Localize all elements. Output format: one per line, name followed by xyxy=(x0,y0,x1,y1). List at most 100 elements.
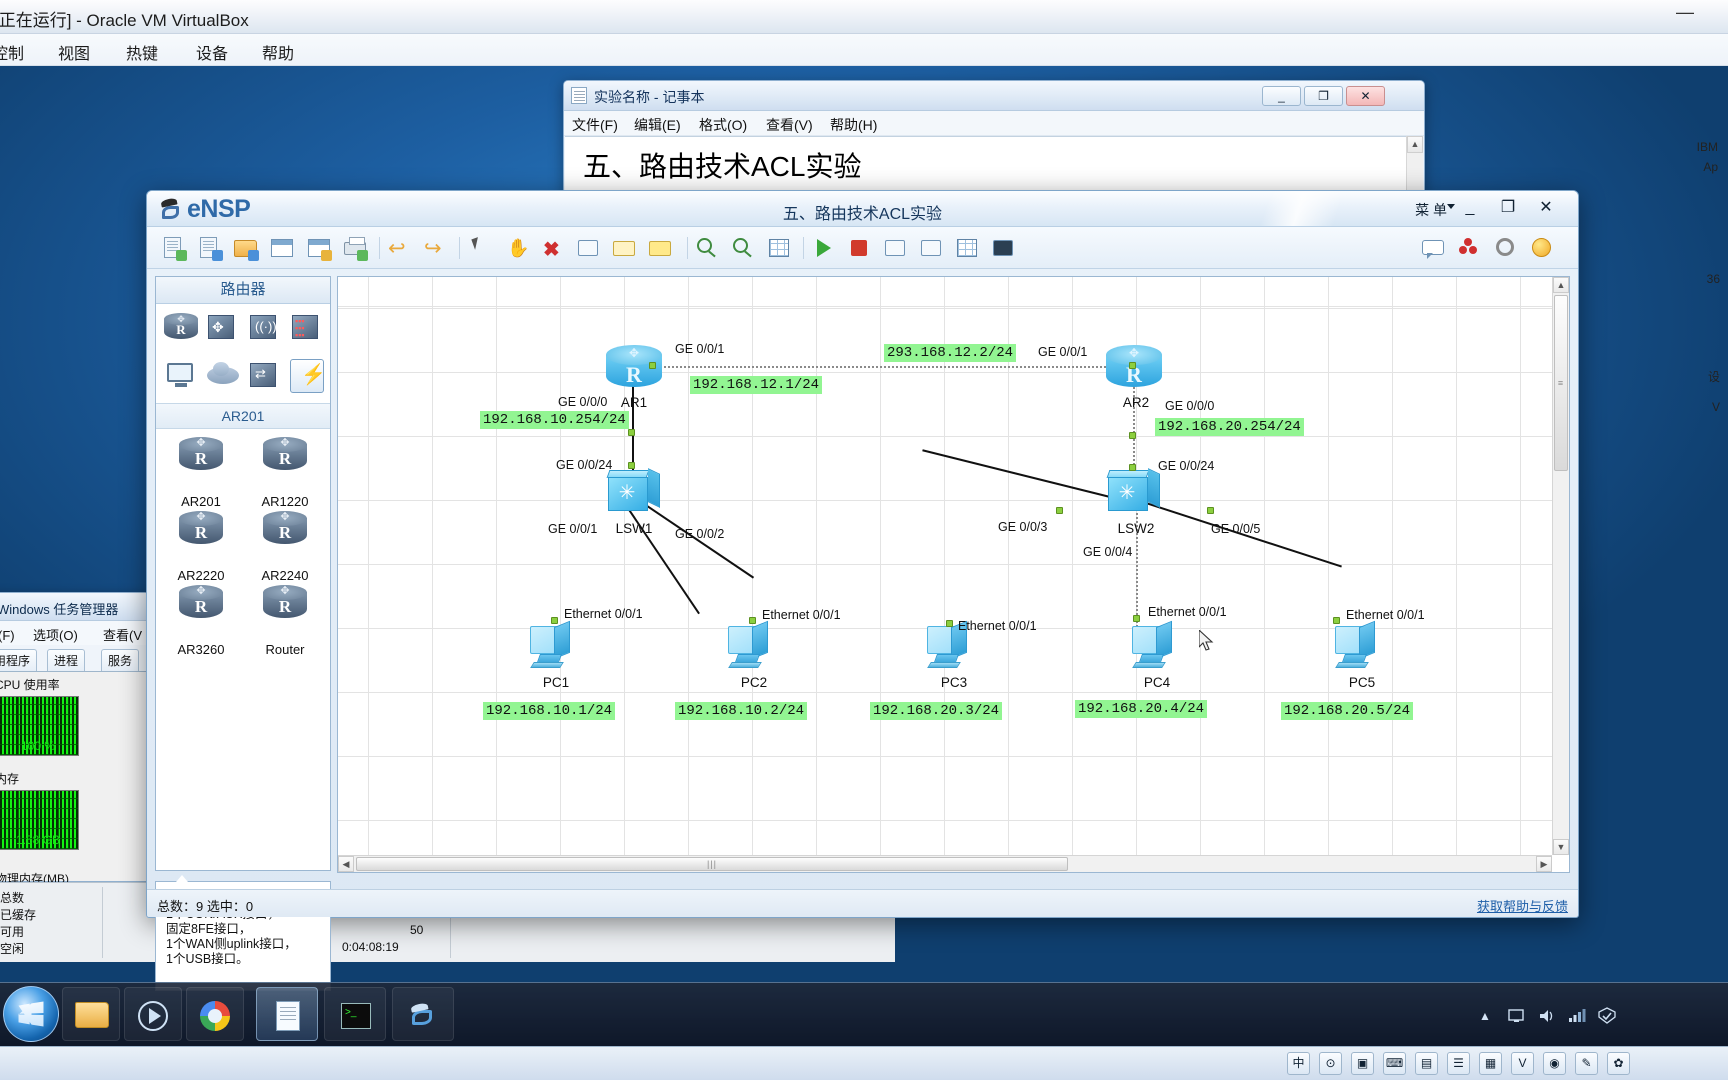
tab-processes[interactable]: 进程 xyxy=(47,649,86,671)
virtualbox-minimize-button[interactable]: — xyxy=(1670,3,1700,24)
vbox-menu-help[interactable]: 帮助 xyxy=(262,40,294,64)
langbar-button-0[interactable]: 中 xyxy=(1287,1052,1310,1075)
taskbar-ensp[interactable] xyxy=(392,987,454,1041)
delete-icon[interactable]: ✖ xyxy=(537,233,567,263)
notepad-vertical-scrollbar[interactable]: ▲ xyxy=(1406,136,1423,194)
wlan-category-icon[interactable]: ((·)) xyxy=(248,311,282,345)
horizontal-scroll-thumb[interactable]: ||| xyxy=(356,857,1068,871)
langbar-button-10[interactable]: ✿ xyxy=(1607,1052,1630,1075)
notepad-text-area[interactable]: 五、路由技术ACL实验 xyxy=(565,136,1423,194)
palette-device-ar201[interactable]: ✥ R AR201 xyxy=(162,435,240,509)
ensp-window[interactable]: eNSP 五、路由技术ACL实验 菜 单 _ ❐ ✕ ↩ ↪ ✋ ✖ 路由器 ✥… xyxy=(146,190,1579,991)
taskbar-console[interactable]: >_ xyxy=(324,987,386,1041)
grid-icon[interactable] xyxy=(952,233,982,263)
zoom-out-icon[interactable] xyxy=(728,233,758,263)
restore-icon[interactable] xyxy=(988,233,1018,263)
undo-icon[interactable]: ↩ xyxy=(384,233,414,263)
start-button[interactable] xyxy=(3,986,59,1042)
langbar-button-3[interactable]: ⌨ xyxy=(1383,1052,1406,1075)
pan-hand-icon[interactable]: ✋ xyxy=(501,233,531,263)
notepad-menu-help[interactable]: 帮助(H) xyxy=(830,115,877,135)
print-icon[interactable] xyxy=(340,233,370,263)
show-desktop-icon[interactable] xyxy=(1508,1007,1526,1025)
vbox-menu-devices[interactable]: 设备 xyxy=(196,40,228,64)
port-dot-ar1-ge000[interactable] xyxy=(628,429,635,436)
canvas-vertical-scrollbar[interactable]: ▲ ≡ ▼ xyxy=(1552,277,1569,855)
port-dot-ar1-ge001[interactable] xyxy=(649,362,656,369)
vbox-menu-view[interactable]: 视图 xyxy=(58,40,90,64)
tm-menu-file[interactable]: 件(F) xyxy=(0,625,15,644)
tm-menu-options[interactable]: 选项(O) xyxy=(33,625,78,644)
open-icon[interactable] xyxy=(231,233,261,263)
canvas-horizontal-scrollbar[interactable]: ◀ ||| ▶ xyxy=(338,855,1552,872)
save-icon[interactable] xyxy=(267,233,297,263)
topology-node-lsw2[interactable]: ✳ xyxy=(1106,468,1162,515)
ensp-minimize-button[interactable]: _ xyxy=(1455,198,1485,220)
topology-node-pc1[interactable] xyxy=(528,620,582,672)
notepad-close-button[interactable]: ✕ xyxy=(1346,86,1385,106)
notepad-menu-edit[interactable]: 编辑(E) xyxy=(634,115,681,135)
help-smiley-icon[interactable] xyxy=(1526,233,1556,263)
port-dot-lsw1-ge0024[interactable] xyxy=(628,462,635,469)
new-topology-icon[interactable] xyxy=(159,233,189,263)
port-dot-pc4-eth[interactable] xyxy=(1133,615,1140,622)
port-dot-ar2-ge000[interactable] xyxy=(1129,432,1136,439)
link-lsw1-pc1[interactable] xyxy=(623,502,700,615)
screenshot-icon[interactable] xyxy=(880,233,910,263)
switch-category-icon[interactable]: ✥ xyxy=(206,311,240,345)
tab-applications[interactable]: 用程序 xyxy=(0,649,38,671)
ensp-menu-button[interactable]: 菜 单 xyxy=(1415,200,1447,220)
palette-device-ar2240[interactable]: ✥ R AR2240 xyxy=(246,509,324,583)
topology-node-pc2[interactable] xyxy=(726,620,780,672)
langbar-button-8[interactable]: ◉ xyxy=(1543,1052,1566,1075)
link-ar1-ar2[interactable] xyxy=(633,366,1133,368)
save-as-icon[interactable] xyxy=(304,233,334,263)
langbar-button-9[interactable]: ✎ xyxy=(1575,1052,1598,1075)
scroll-up-arrow[interactable]: ▲ xyxy=(1553,277,1569,293)
palette-device-ar2220[interactable]: ✥ R AR2220 xyxy=(162,509,240,583)
notepad-window[interactable]: 实验名称 - 记事本 _ ❐ ✕ 文件(F) 编辑(E) 格式(O) 查看(V)… xyxy=(563,80,1425,195)
langbar-button-7[interactable]: V xyxy=(1511,1052,1534,1075)
vertical-scroll-thumb[interactable]: ≡ xyxy=(1554,295,1568,471)
notepad-menu-file[interactable]: 文件(F) xyxy=(572,115,618,135)
port-dot-lsw2-ge005[interactable] xyxy=(1207,507,1214,514)
terminal-category-icon[interactable] xyxy=(164,359,198,393)
router-category-icon[interactable]: ✥ R xyxy=(164,311,198,345)
langbar-button-1[interactable]: ⊙ xyxy=(1319,1052,1342,1075)
network-icon[interactable] xyxy=(1568,1007,1586,1025)
port-dot-lsw2-ge0024[interactable] xyxy=(1129,464,1136,471)
notepad-scroll-up-arrow[interactable]: ▲ xyxy=(1407,136,1423,153)
align-icon[interactable] xyxy=(916,233,946,263)
ensp-close-button[interactable]: ✕ xyxy=(1531,198,1561,220)
select-icon[interactable] xyxy=(465,233,495,263)
langbar-button-2[interactable]: ▣ xyxy=(1351,1052,1374,1075)
langbar-button-5[interactable]: ☰ xyxy=(1447,1052,1470,1075)
vbox-menu-hotkeys[interactable]: 热键 xyxy=(126,40,158,64)
add-shape-icon[interactable] xyxy=(645,233,675,263)
huawei-icon[interactable] xyxy=(1454,233,1484,263)
topology-canvas[interactable]: ✥ R AR1 ✥ R AR2 ✳ LSW1 ✳ LSW2 PC1 192.168.… xyxy=(338,277,1552,855)
connection-category-icon[interactable]: ⚡ xyxy=(290,359,326,393)
link-lsw2-pc3[interactable] xyxy=(922,449,1127,502)
langbar-button-4[interactable]: ▤ xyxy=(1415,1052,1438,1075)
notepad-menu-format[interactable]: 格式(O) xyxy=(699,115,747,135)
port-dot-pc5-eth[interactable] xyxy=(1333,617,1340,624)
taskbar-notepad[interactable] xyxy=(256,987,318,1041)
new-from-template-icon[interactable] xyxy=(195,233,225,263)
stop-all-icon[interactable] xyxy=(844,233,874,263)
redo-icon[interactable]: ↪ xyxy=(420,233,450,263)
zoom-in-icon[interactable] xyxy=(692,233,722,263)
langbar-button-6[interactable]: ▦ xyxy=(1479,1052,1502,1075)
edit-device-icon[interactable] xyxy=(573,233,603,263)
taskbar-explorer-item[interactable] xyxy=(62,987,120,1041)
task-manager-window[interactable]: Windows 任务管理器 件(F) 选项(O) 查看(V 用程序 进程 服务 … xyxy=(0,592,150,886)
action-center-icon[interactable] xyxy=(1598,1007,1616,1025)
ensp-maximize-button[interactable]: ❐ xyxy=(1493,198,1523,220)
topology-node-pc4[interactable] xyxy=(1130,620,1184,672)
tm-menu-view[interactable]: 查看(V xyxy=(103,625,142,644)
notepad-minimize-button[interactable]: _ xyxy=(1262,86,1301,106)
topology-node-pc5[interactable] xyxy=(1333,620,1387,672)
notepad-menu-view[interactable]: 查看(V) xyxy=(766,115,813,135)
scroll-down-arrow[interactable]: ▼ xyxy=(1553,839,1569,855)
start-all-icon[interactable] xyxy=(808,233,838,263)
